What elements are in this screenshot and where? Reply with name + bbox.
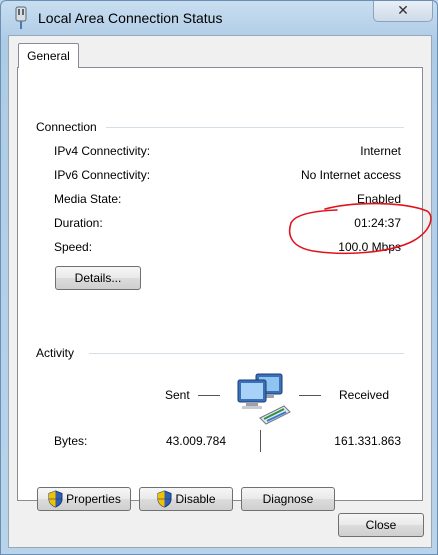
disable-button[interactable]: Disable [139,487,233,511]
bytes-sent-value: 43.009.784 [165,434,226,448]
media-state-label: Media State: [54,192,122,206]
activity-divider [89,353,404,354]
ipv6-label: IPv6 Connectivity: [54,168,151,182]
media-state-value: Enabled [356,192,401,206]
uac-shield-icon [48,490,63,508]
network-computers-icon [237,373,291,425]
speed-label: Speed: [54,240,93,254]
bytes-separator [260,430,261,452]
window-title: Local Area Connection Status [38,10,223,26]
activity-heading: Activity [36,346,75,360]
bytes-label: Bytes: [54,434,88,448]
disable-button-label: Disable [175,492,216,506]
properties-button[interactable]: Properties [37,487,131,511]
speed-value: 100.0 Mbps [338,240,401,254]
duration-value: 01:24:37 [354,216,401,230]
close-button[interactable]: Close [338,513,424,537]
dialog-body: General Connection IPv4 Connectivity: In… [8,35,432,548]
connection-heading: Connection [36,120,97,134]
duration-label: Duration: [54,216,103,230]
general-tab-panel: Connection IPv4 Connectivity: Internet I… [17,67,423,511]
status-dialog: Local Area Connection Status ✕ General C… [0,0,438,555]
received-label: Received [339,388,390,402]
connection-divider [106,127,404,128]
close-window-button[interactable]: ✕ [373,1,433,22]
received-connector-line [299,395,321,396]
ipv4-value: Internet [360,144,401,158]
sent-connector-line [198,395,220,396]
sent-label: Sent [165,388,190,402]
title-bar[interactable]: Local Area Connection Status ✕ [1,1,437,35]
diagnose-button[interactable]: Diagnose [241,487,335,511]
network-plug-icon [15,6,27,29]
ipv4-label: IPv4 Connectivity: [54,144,151,158]
tab-general[interactable]: General [18,43,79,68]
uac-shield-icon [157,490,172,508]
ipv6-value: No Internet access [300,168,401,182]
details-button[interactable]: Details... [55,266,141,290]
close-icon: ✕ [397,2,409,18]
properties-button-label: Properties [66,492,121,506]
bytes-received-value: 161.331.863 [334,434,401,448]
